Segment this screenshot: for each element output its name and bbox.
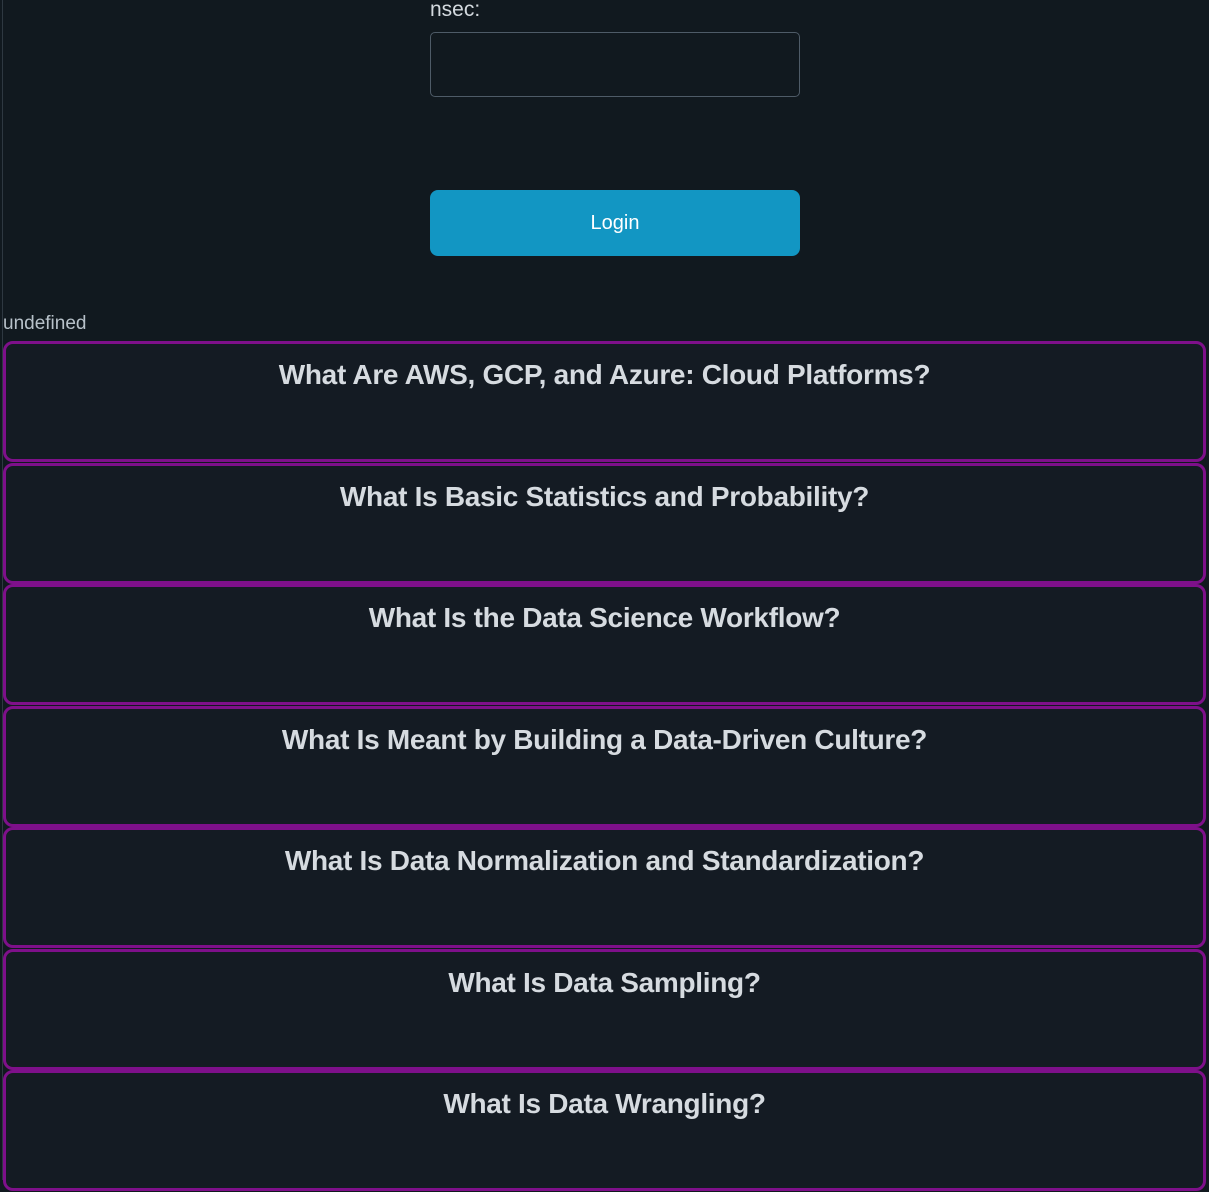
- question-title: What Is Data Normalization and Standardi…: [6, 842, 1203, 880]
- question-card[interactable]: What Is Data Normalization and Standardi…: [3, 827, 1206, 948]
- login-button[interactable]: Login: [430, 190, 800, 256]
- question-card[interactable]: What Are AWS, GCP, and Azure: Cloud Plat…: [3, 341, 1206, 462]
- question-title: What Are AWS, GCP, and Azure: Cloud Plat…: [6, 356, 1203, 394]
- nsec-input[interactable]: [430, 32, 800, 97]
- question-card[interactable]: What Is Basic Statistics and Probability…: [3, 463, 1206, 584]
- login-form: nsec: Login: [430, 0, 800, 256]
- question-card[interactable]: What Is Meant by Building a Data-Driven …: [3, 706, 1206, 827]
- question-card[interactable]: What Is Data Wrangling?: [3, 1070, 1206, 1191]
- question-list: What Are AWS, GCP, and Azure: Cloud Plat…: [3, 341, 1206, 1192]
- question-title: What Is Meant by Building a Data-Driven …: [6, 721, 1203, 759]
- question-title: What Is Basic Statistics and Probability…: [6, 478, 1203, 516]
- status-text: undefined: [3, 313, 86, 335]
- nsec-label: nsec:: [430, 0, 800, 23]
- question-title: What Is Data Sampling?: [6, 964, 1203, 1002]
- question-card[interactable]: What Is the Data Science Workflow?: [3, 584, 1206, 705]
- question-title: What Is Data Wrangling?: [6, 1085, 1203, 1123]
- question-title: What Is the Data Science Workflow?: [6, 599, 1203, 637]
- question-card[interactable]: What Is Data Sampling?: [3, 949, 1206, 1070]
